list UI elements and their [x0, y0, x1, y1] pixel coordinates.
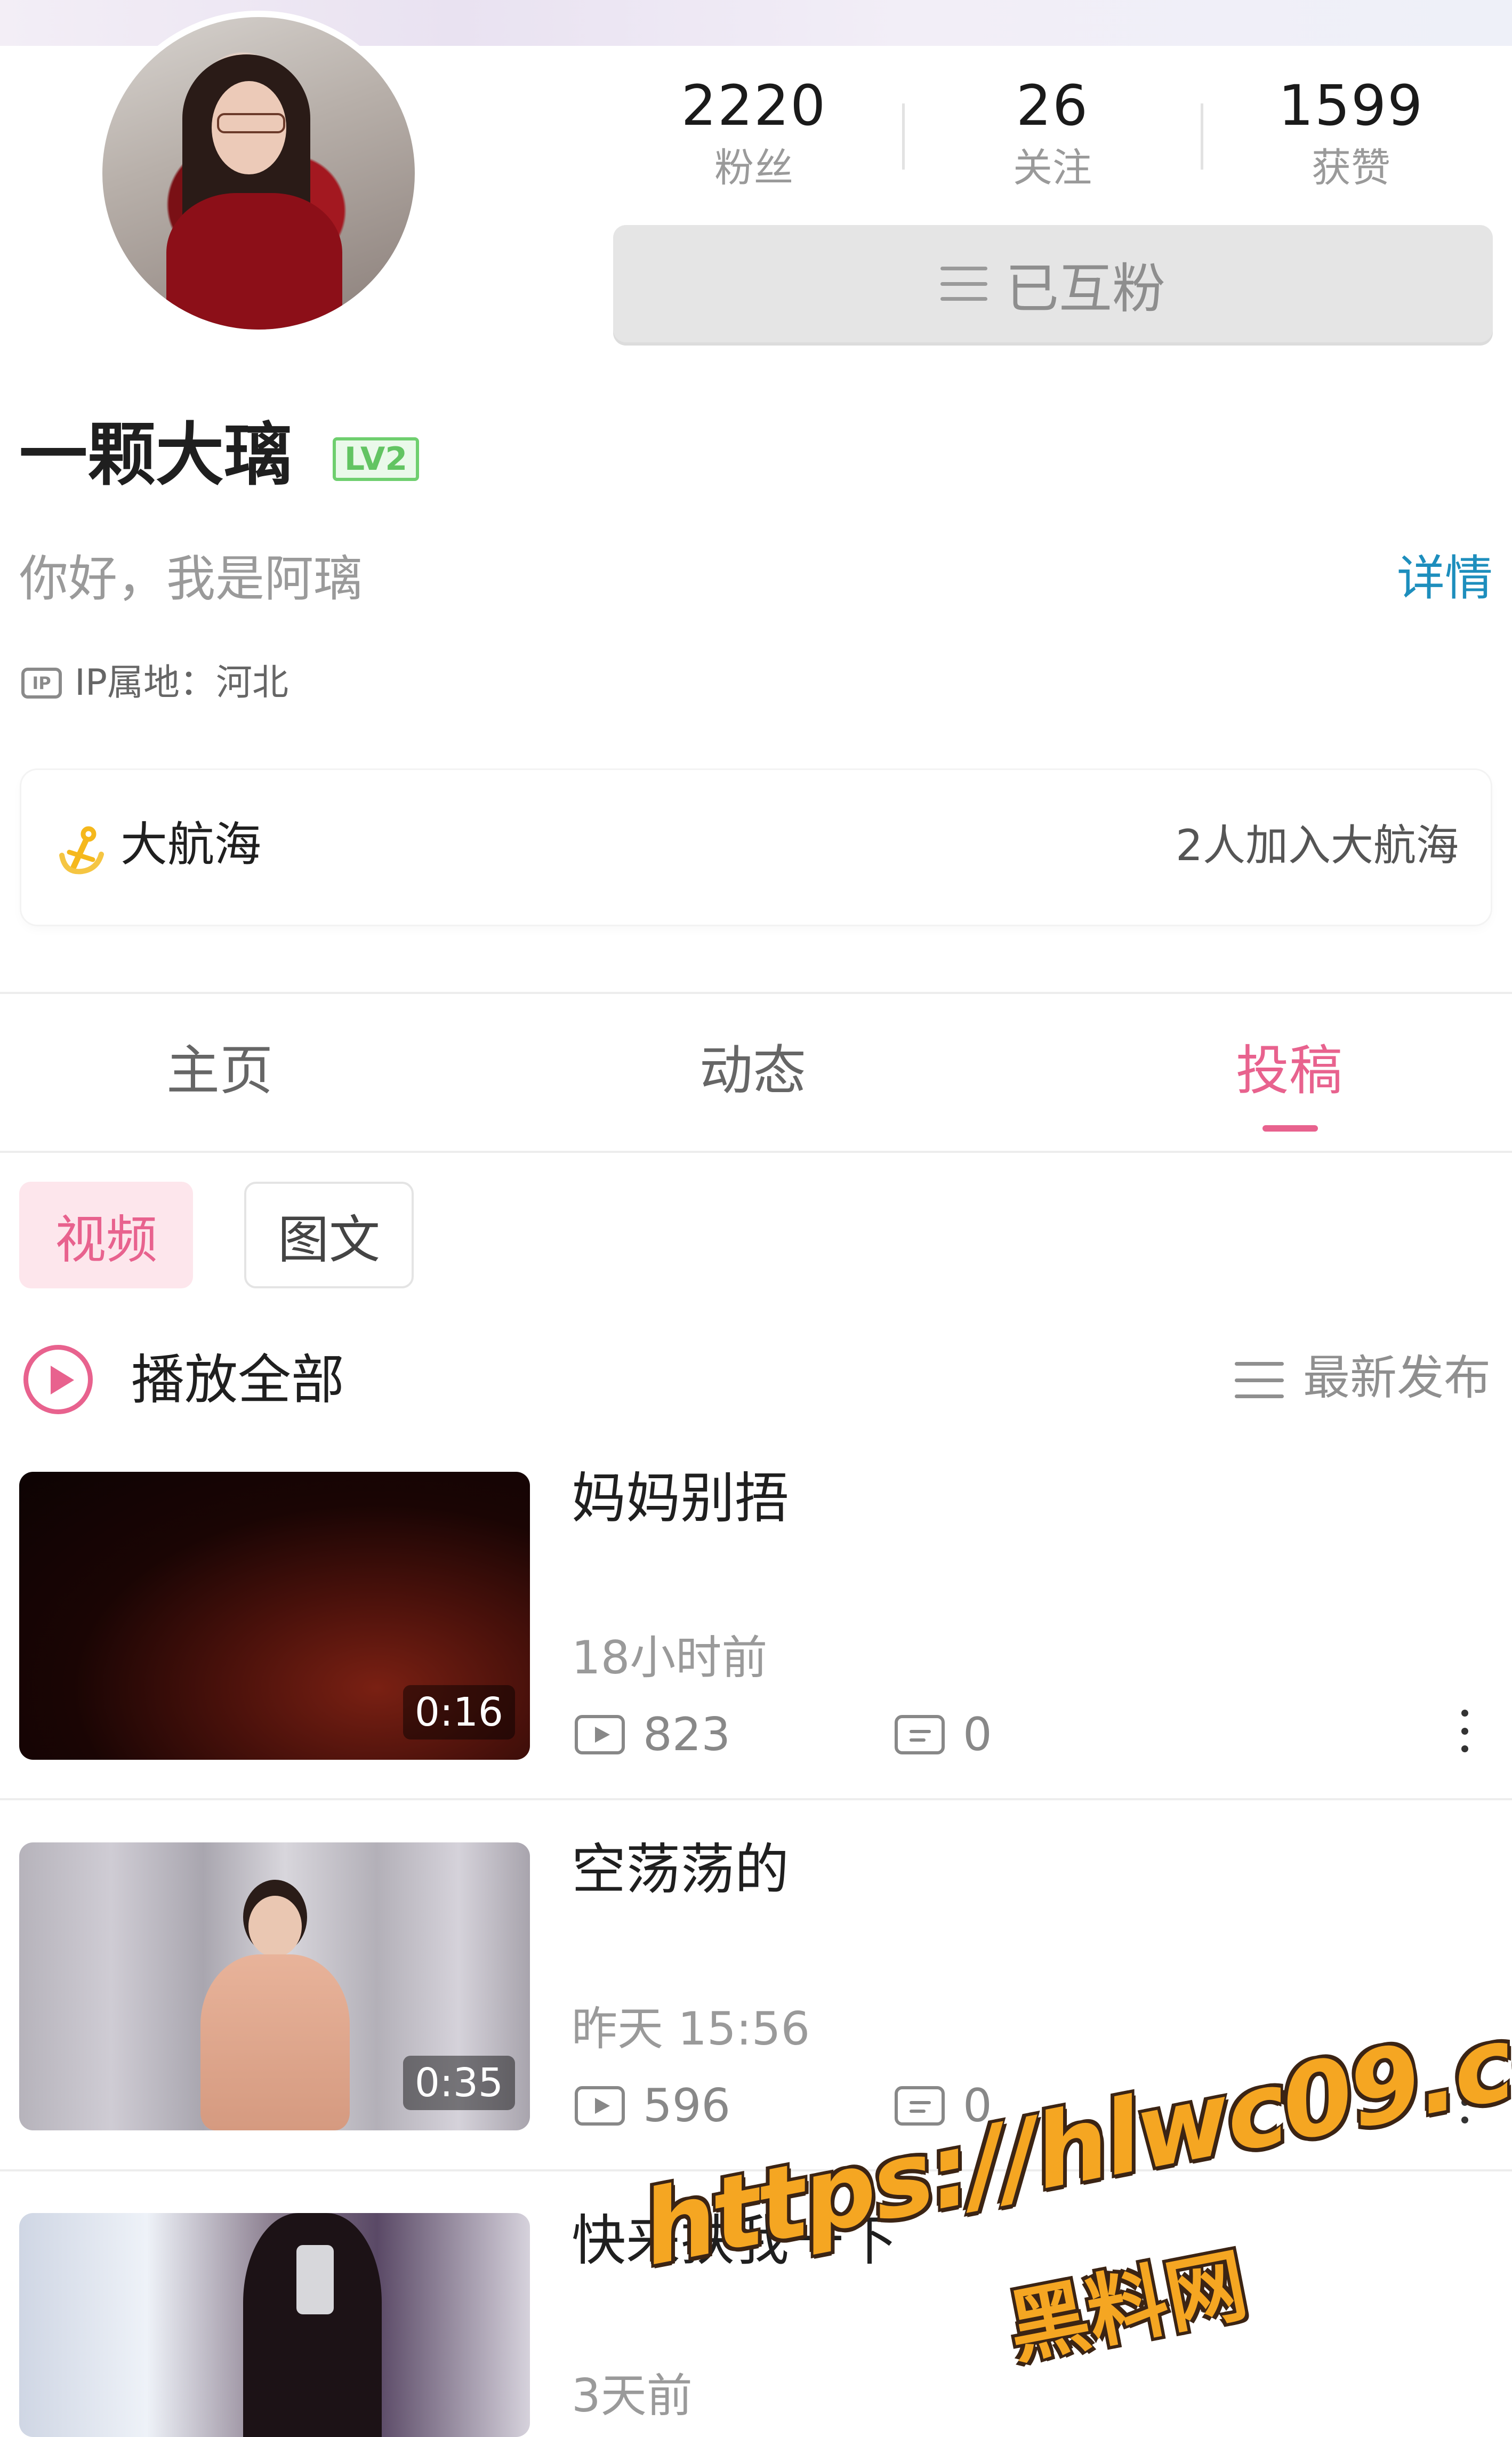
- detail-link[interactable]: 详情: [1397, 555, 1493, 603]
- level-badge: LV2: [333, 437, 419, 481]
- video-title[interactable]: 妈妈别捂: [572, 1472, 789, 1526]
- video-thumbnail[interactable]: 0:16: [19, 1472, 530, 1760]
- tab-dynamics[interactable]: 动态: [593, 1044, 913, 1097]
- stat-divider: [1201, 103, 1203, 170]
- stat-likes-value: 1599: [1278, 73, 1424, 138]
- video-thumbnail[interactable]: [19, 2213, 530, 2437]
- bio-text: 你好，我是阿璃: [19, 550, 363, 607]
- video-time: 昨天 15:56: [572, 2002, 810, 2056]
- username: 一颗大璃: [19, 415, 293, 495]
- stat-likes-label: 获赞: [1312, 145, 1390, 191]
- play-count-icon: [575, 1715, 625, 1754]
- play-all-icon[interactable]: [23, 1345, 93, 1414]
- play-all-label[interactable]: 播放全部: [131, 1353, 344, 1407]
- voyage-label: 大航海: [120, 817, 262, 872]
- tab-active-indicator: [1262, 1125, 1318, 1132]
- menu-icon: [940, 267, 987, 301]
- ip-icon: IP: [21, 668, 62, 699]
- divider: [0, 1151, 1512, 1153]
- anchor-icon: [59, 826, 104, 875]
- stat-following[interactable]: 26 关注: [919, 78, 1186, 188]
- video-title[interactable]: 空荡荡的: [572, 1843, 789, 1897]
- voyage-count: 2人加入大航海: [1176, 821, 1459, 870]
- video-duration: 0:16: [403, 1685, 515, 1739]
- tab-posts[interactable]: 投稿: [1129, 1044, 1449, 1097]
- more-options-icon[interactable]: [1461, 1710, 1468, 1752]
- mutual-follow-button[interactable]: 已互粉: [613, 225, 1493, 342]
- stat-following-label: 关注: [1013, 145, 1092, 191]
- stat-fans-value: 2220: [681, 73, 827, 138]
- play-count: 823: [643, 1708, 731, 1761]
- stat-likes[interactable]: 1599 获赞: [1218, 78, 1484, 188]
- mutual-follow-label: 已互粉: [1006, 257, 1165, 320]
- stat-fans[interactable]: 2220 粉丝: [621, 78, 887, 188]
- ip-location: IP属地：河北: [75, 662, 289, 704]
- sort-icon[interactable]: [1235, 1362, 1284, 1398]
- stat-divider: [902, 103, 905, 170]
- divider: [0, 992, 1512, 994]
- play-count-icon: [575, 2086, 625, 2126]
- stat-fans-label: 粉丝: [714, 145, 793, 191]
- tab-home[interactable]: 主页: [60, 1044, 380, 1097]
- filter-image-text-chip[interactable]: 图文: [244, 1182, 414, 1288]
- video-thumbnail[interactable]: 0:35: [19, 1842, 530, 2130]
- comment-count: 0: [963, 1708, 992, 1761]
- video-duration: 0:35: [403, 2056, 515, 2110]
- video-time: 3天前: [572, 2369, 693, 2423]
- comment-count-icon: [895, 1715, 945, 1754]
- play-count: 596: [643, 2079, 731, 2133]
- filter-video-chip[interactable]: 视频: [19, 1182, 193, 1288]
- video-time: 18小时前: [572, 1631, 768, 1685]
- stat-following-value: 26: [1016, 73, 1089, 138]
- avatar[interactable]: [96, 11, 421, 336]
- sort-label[interactable]: 最新发布: [1303, 1354, 1491, 1401]
- divider: [0, 1798, 1512, 1800]
- watermark-brand: 黑料网: [1001, 2239, 1254, 2376]
